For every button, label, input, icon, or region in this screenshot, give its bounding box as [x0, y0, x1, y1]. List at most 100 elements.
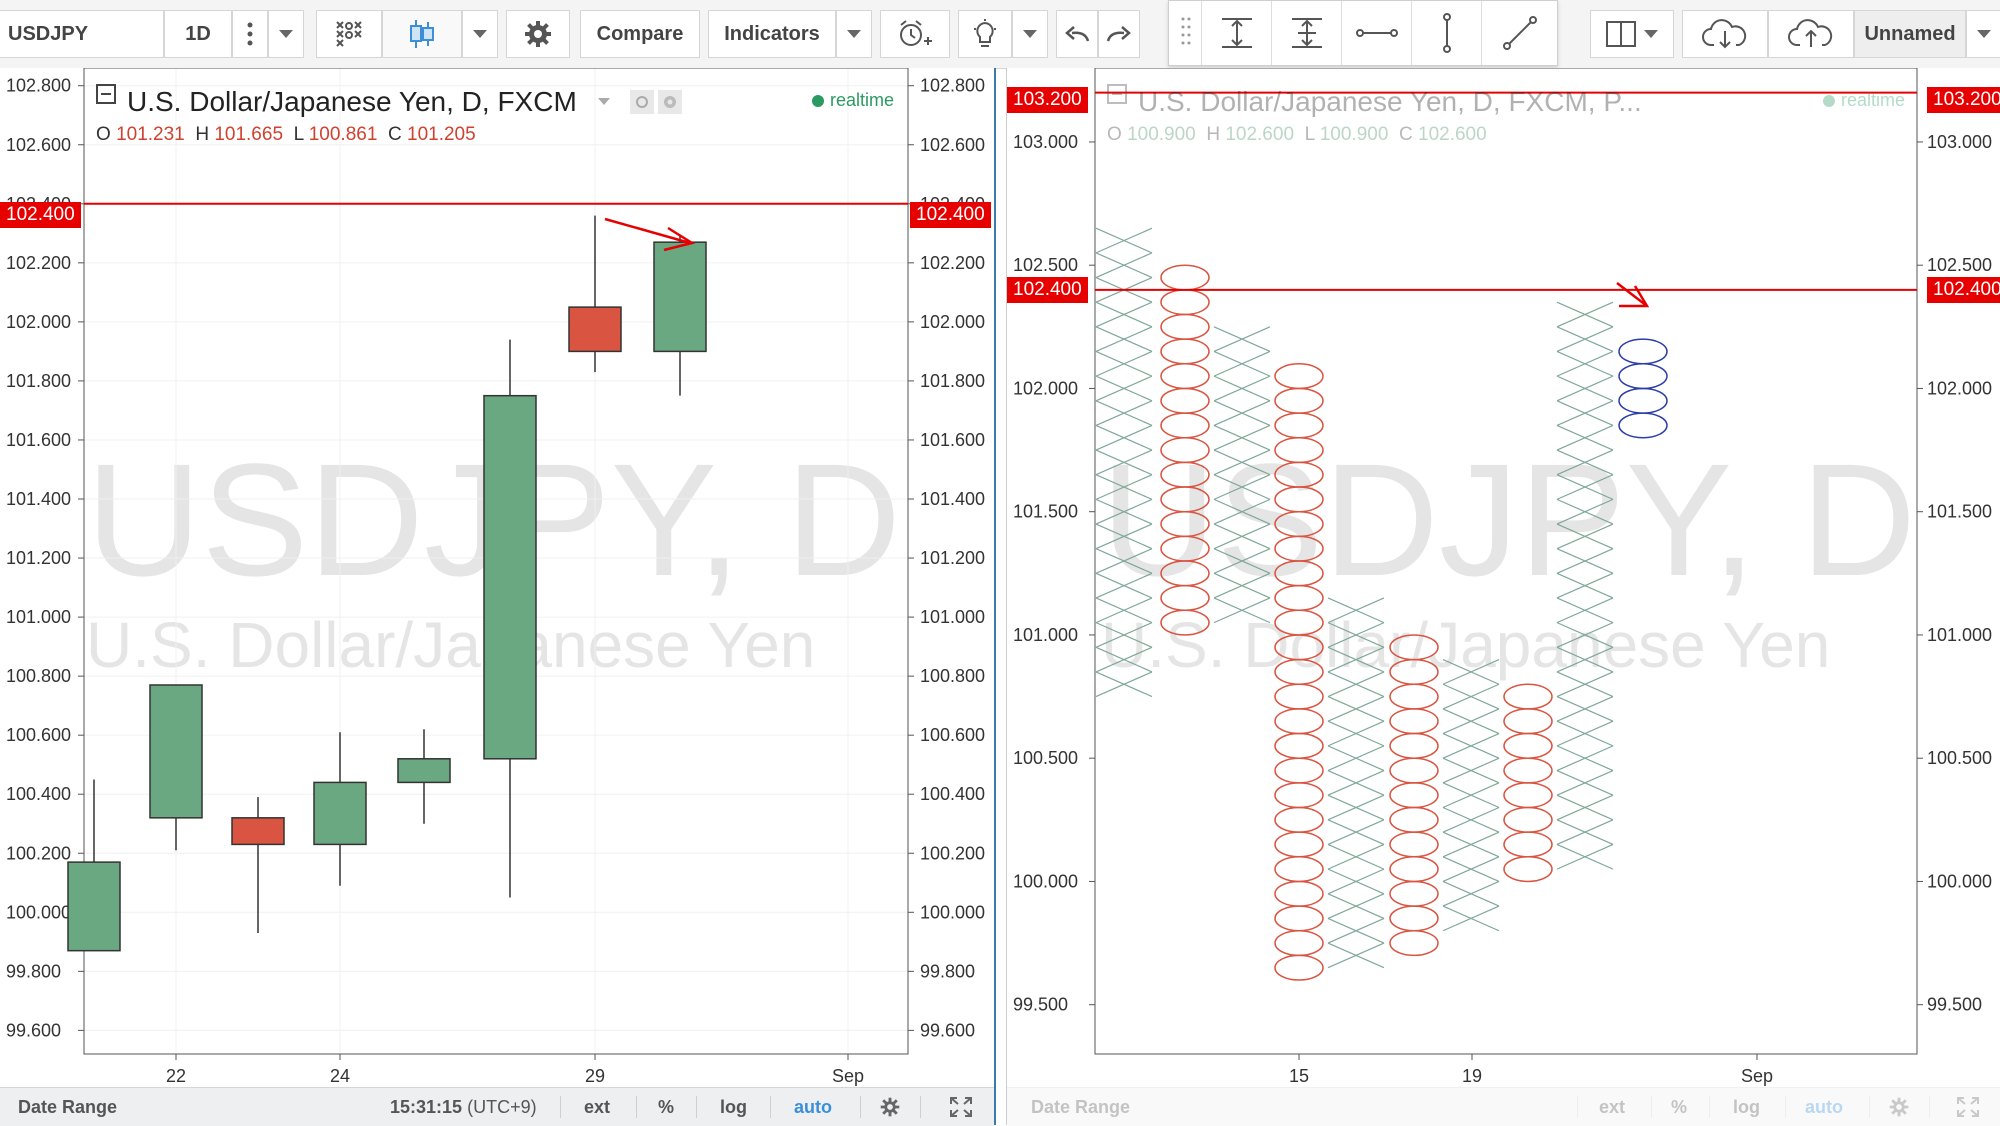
y-tick-label-left: 102.200 — [6, 253, 71, 273]
lightbulb-icon — [974, 19, 996, 47]
drag-handle-icon[interactable] — [1181, 17, 1191, 49]
y-tick-label-left: 101.600 — [6, 430, 71, 450]
trend-line-horizontal-tool[interactable] — [1341, 1, 1412, 65]
ext-button[interactable]: ext — [1599, 1088, 1625, 1126]
fullscreen-icon[interactable] — [950, 1097, 972, 1117]
vertical-dots-icon — [247, 22, 253, 46]
pnf-o-mark — [1160, 584, 1210, 612]
save-chart-button[interactable] — [1768, 10, 1854, 58]
right-chart-panel[interactable]: USDJPY, D U.S. Dollar/Japanese Yen 103.0… — [1006, 68, 2000, 1126]
separator — [636, 1096, 637, 1118]
top-toolbar: USDJPY 1D Compare Indicators Unnamed — [0, 0, 2000, 69]
redo-button[interactable] — [1098, 10, 1140, 58]
y-tick-label-right: 99.600 — [920, 1020, 975, 1040]
separator — [696, 1096, 697, 1118]
y-tick-label-right: 100.800 — [920, 666, 985, 686]
plot-border — [1094, 68, 1918, 1055]
undo-button[interactable] — [1056, 10, 1098, 58]
low-label: L — [293, 124, 304, 145]
pnf-x-mark — [1095, 350, 1153, 377]
compare-label: Compare — [596, 22, 684, 45]
pnf-x-mark — [1327, 597, 1385, 624]
y-tick-label-left: 102.800 — [6, 76, 71, 96]
gear-icon[interactable] — [658, 90, 682, 114]
pnf-o-mark — [1160, 412, 1210, 439]
pnf-o-mark — [1274, 584, 1324, 612]
load-chart-button[interactable] — [1682, 10, 1768, 58]
y-tick-label-right: 99.800 — [920, 961, 975, 981]
separator — [1929, 1096, 1930, 1118]
compare-button[interactable]: Compare — [580, 10, 700, 58]
pnf-o-mark — [1618, 412, 1668, 439]
separator — [560, 1096, 561, 1118]
alert-button[interactable] — [880, 10, 950, 58]
fullscreen-icon[interactable] — [1957, 1097, 1979, 1117]
pnf-x-mark — [1556, 696, 1614, 722]
gear-icon[interactable] — [1889, 1097, 1909, 1117]
pnf-o-mark — [1274, 658, 1324, 685]
pnf-o-mark — [1503, 683, 1553, 710]
ideas-button[interactable] — [958, 10, 1012, 58]
pnf-o-mark — [1160, 609, 1210, 636]
chart-style-dropdown-button[interactable] — [462, 10, 498, 58]
percent-button[interactable]: % — [1671, 1088, 1687, 1126]
indicators-button[interactable]: Indicators — [708, 10, 836, 58]
ext-button[interactable]: ext — [584, 1088, 610, 1126]
layout-button[interactable] — [1590, 10, 1674, 58]
right-collapse-icon[interactable] — [1107, 84, 1127, 104]
date-range-button[interactable]: Date Range — [1031, 1088, 1130, 1126]
low-value: 100.861 — [308, 124, 378, 145]
pnf-o-mark — [1274, 387, 1324, 414]
y-tick-label-right: 101.600 — [920, 430, 985, 450]
pnf-x-mark — [1327, 671, 1385, 698]
vertical-line-tool[interactable] — [1411, 1, 1482, 65]
pnf-x-mark — [1095, 597, 1153, 624]
pnf-o-mark — [1160, 535, 1210, 562]
close-value: 102.600 — [1418, 124, 1487, 145]
eye-icon[interactable] — [630, 90, 654, 114]
left-candlestick-chart[interactable]: 102.800 102.800 102.600 102.600 102.400 102.4… — [0, 68, 996, 1125]
candles-style-button[interactable] — [382, 10, 462, 58]
pnf-o-mark — [1389, 856, 1439, 883]
pnf-o-mark — [1160, 313, 1210, 340]
open-label: O — [96, 124, 111, 145]
gear-icon[interactable] — [880, 1097, 900, 1117]
chevron-down-icon[interactable] — [598, 98, 610, 105]
clock-time-value: 15:31:15 — [390, 1097, 463, 1117]
right-chart-title[interactable]: U.S. Dollar/Japanese Yen, D, FXCM, P... — [1138, 86, 1642, 118]
price-range-tool[interactable] — [1201, 1, 1272, 65]
separator — [1651, 1096, 1652, 1118]
timezone-label[interactable]: (UTC+9) — [467, 1097, 537, 1117]
pnf-o-mark — [1389, 634, 1439, 661]
layout-name-dropdown-button[interactable] — [1966, 10, 2000, 58]
pnf-x-mark — [1327, 893, 1385, 919]
interval-button[interactable]: 1D — [164, 10, 232, 58]
auto-button[interactable]: auto — [1805, 1088, 1843, 1126]
date-price-range-tool[interactable] — [1271, 1, 1342, 65]
pnf-x-mark — [1213, 424, 1271, 451]
percent-button[interactable]: % — [658, 1088, 674, 1126]
log-button[interactable]: log — [720, 1088, 747, 1126]
indicators-dropdown-button[interactable] — [836, 10, 872, 58]
pnf-x-mark — [1213, 548, 1271, 574]
auto-button[interactable]: auto — [794, 1088, 832, 1126]
pnf-x-mark — [1327, 794, 1385, 821]
pnf-x-mark — [1095, 498, 1153, 525]
trend-line-tool[interactable] — [1481, 1, 1558, 65]
ideas-dropdown-button[interactable] — [1012, 10, 1048, 58]
layout-name-button[interactable]: Unnamed — [1854, 10, 1966, 58]
log-button[interactable]: log — [1733, 1088, 1760, 1126]
right-point-figure-chart[interactable]: 103.000103.000102.500102.500102.000102.0… — [1007, 68, 2000, 1125]
symbol-search-button[interactable]: USDJPY — [0, 10, 164, 58]
pnf-x-mark — [1442, 782, 1500, 809]
point-figure-style-button[interactable] — [316, 10, 382, 58]
left-chart-panel[interactable]: USDJPY, D U.S. Dollar/Japanese Yen 102.8… — [0, 68, 996, 1126]
left-collapse-icon[interactable] — [96, 84, 116, 104]
settings-button[interactable] — [506, 10, 570, 58]
interval-dropdown-button[interactable] — [268, 10, 304, 58]
interval-more-button[interactable] — [232, 10, 268, 58]
left-chart-title[interactable]: U.S. Dollar/Japanese Yen, D, FXCM — [127, 86, 577, 118]
pnf-o-mark — [1503, 856, 1553, 883]
pnf-x-mark — [1556, 646, 1614, 673]
date-range-button[interactable]: Date Range — [18, 1088, 117, 1126]
